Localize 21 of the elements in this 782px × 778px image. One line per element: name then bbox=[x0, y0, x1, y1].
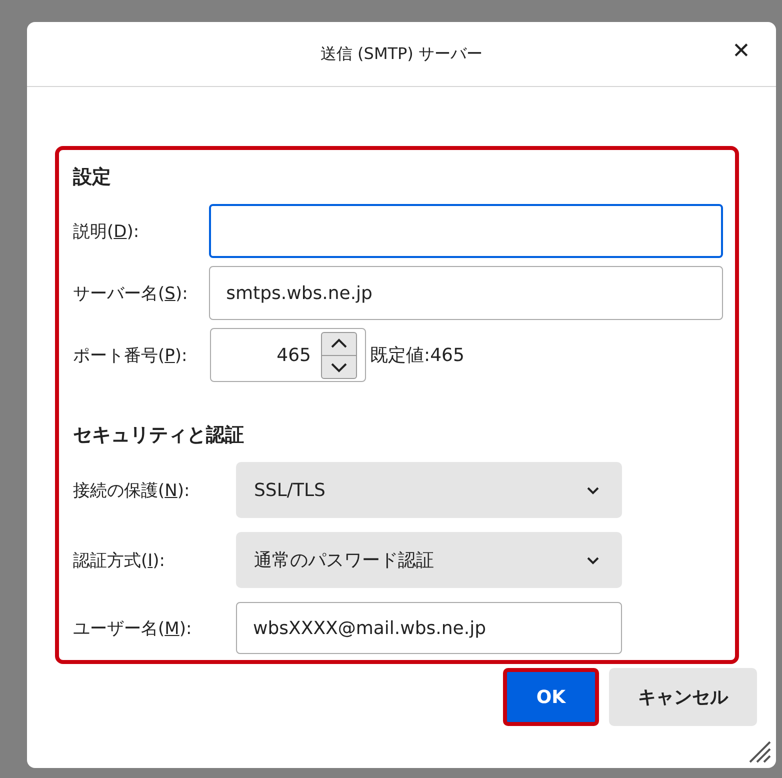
username-field[interactable]: wbsXXXX@mail.wbs.ne.jp bbox=[236, 602, 622, 654]
cancel-button[interactable]: キャンセル bbox=[609, 668, 757, 726]
field-label: 認証方式(I): bbox=[73, 550, 166, 572]
chevron-down-icon bbox=[586, 486, 600, 494]
section-heading: セキュリティと認証 bbox=[73, 423, 245, 448]
connection-security-dropdown[interactable]: SSL/TLS bbox=[236, 462, 622, 518]
chevron-down-icon bbox=[586, 556, 600, 564]
server-name-field[interactable]: smtps.wbs.ne.jp bbox=[209, 266, 723, 320]
default-value-text: 既定値:465 bbox=[370, 344, 464, 367]
ok-button[interactable]: OK bbox=[503, 668, 599, 726]
field-label: 接続の保護(N): bbox=[73, 480, 191, 502]
port-field[interactable]: 465 bbox=[210, 328, 366, 382]
auth-method-dropdown[interactable]: 通常のパスワード認証 bbox=[236, 532, 622, 588]
field-label: 説明(D): bbox=[73, 220, 140, 242]
close-button[interactable]: ✕ bbox=[726, 38, 756, 64]
field-label: ユーザー名(M): bbox=[73, 618, 193, 640]
description-field[interactable] bbox=[209, 204, 723, 258]
field-label: ポート番号(P): bbox=[73, 344, 188, 366]
window-title: 送信 (SMTP) サーバー bbox=[320, 44, 483, 64]
field-label: サーバー名(S): bbox=[73, 282, 189, 304]
section-heading: 設定 bbox=[73, 165, 112, 190]
